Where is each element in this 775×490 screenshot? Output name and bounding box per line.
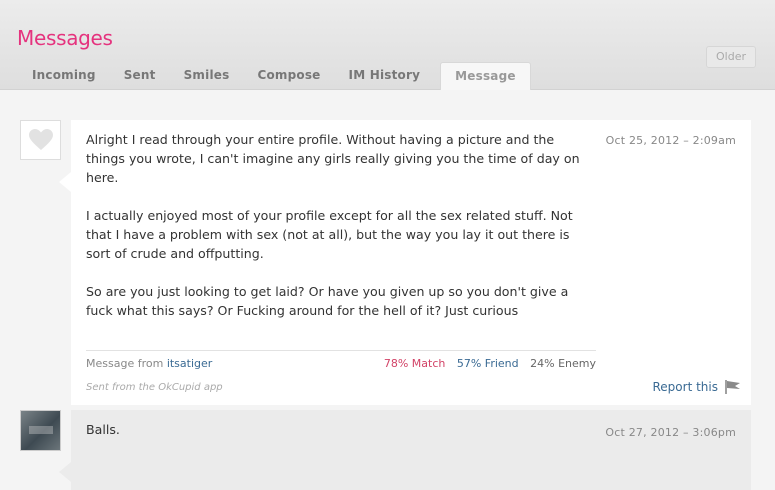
- message-body: Alright I read through your entire profi…: [86, 130, 586, 339]
- message-footer: Message from itsatiger 78% Match 57% Fri…: [86, 350, 596, 370]
- message-card: Alright I read through your entire profi…: [59, 120, 751, 405]
- message-paragraph: I actually enjoyed most of your profile …: [86, 208, 573, 261]
- tab-message[interactable]: Message: [440, 62, 531, 90]
- message-sender: Message from itsatiger: [86, 357, 212, 370]
- message-date: Oct 27, 2012 – 3:06pm: [605, 426, 736, 439]
- message-card: Balls. Oct 27, 2012 – 3:06pm: [59, 410, 751, 490]
- match-percent: 78% Match: [383, 357, 446, 370]
- friend-percent: 57% Friend: [456, 357, 519, 370]
- message-paragraph: So are you just looking to get laid? Or …: [86, 284, 569, 318]
- tab-bar: Incoming Sent Smiles Compose IM History …: [18, 62, 531, 90]
- tab-smiles[interactable]: Smiles: [170, 62, 244, 89]
- report-link[interactable]: Report this: [653, 379, 743, 395]
- enemy-percent: 24% Enemy: [530, 357, 596, 370]
- tab-compose[interactable]: Compose: [243, 62, 334, 89]
- heart-icon: [28, 129, 53, 150]
- message-date: Oct 25, 2012 – 2:09am: [605, 134, 736, 147]
- tab-sent[interactable]: Sent: [110, 62, 170, 89]
- tab-im-history[interactable]: IM History: [335, 62, 435, 89]
- avatar[interactable]: [20, 120, 61, 160]
- older-button[interactable]: Older: [706, 46, 756, 68]
- message-body: Balls.: [86, 422, 120, 437]
- report-label: Report this: [652, 380, 719, 394]
- sender-link[interactable]: itsatiger: [167, 357, 212, 370]
- header: Messages Incoming Sent Smiles Compose IM…: [0, 0, 775, 90]
- avatar[interactable]: [20, 410, 61, 451]
- from-prefix: Message from: [86, 357, 164, 370]
- tab-incoming[interactable]: Incoming: [18, 62, 110, 89]
- flag-icon: [725, 380, 740, 394]
- compatibility-stats: 78% Match 57% Friend 24% Enemy: [384, 357, 596, 370]
- message-paragraph: Alright I read through your entire profi…: [86, 132, 580, 185]
- app-note: Sent from the OkCupid app: [86, 382, 223, 393]
- page-title: Messages: [17, 26, 113, 50]
